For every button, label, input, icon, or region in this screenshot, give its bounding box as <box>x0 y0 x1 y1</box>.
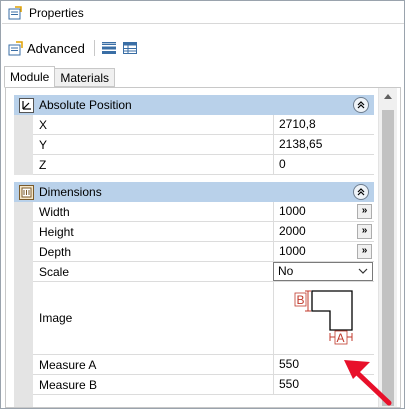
section-absolute-position[interactable]: Absolute Position <box>14 95 374 115</box>
property-row-z: Z 0 <box>33 155 374 175</box>
property-row-depth: Depth 1000 » <box>33 242 374 262</box>
section-title: Absolute Position <box>39 98 132 112</box>
section-title: Dimensions <box>39 185 102 199</box>
scale-dropdown[interactable]: No <box>273 262 373 281</box>
x-value-field[interactable]: 2710,8 <box>273 115 374 134</box>
vertical-scrollbar[interactable] <box>378 88 397 407</box>
table-view-icon[interactable] <box>122 40 138 56</box>
scale-selected-value: No <box>278 264 294 278</box>
z-value-field[interactable]: 0 <box>273 155 374 174</box>
depth-expand-button[interactable]: » <box>357 244 372 259</box>
measure-b-value-field[interactable]: 550 <box>273 375 374 394</box>
width-value-field[interactable]: 1000 <box>273 202 355 221</box>
measure-a-value-field[interactable]: 550 <box>273 355 374 374</box>
advanced-button[interactable]: Advanced <box>8 41 85 56</box>
advanced-label: Advanced <box>27 40 85 56</box>
collapse-icon[interactable] <box>353 97 369 113</box>
tab-module[interactable]: Module <box>4 66 56 88</box>
categorized-view-icon[interactable] <box>101 40 117 56</box>
property-row-scale: Scale No <box>33 262 374 282</box>
property-label: Depth <box>39 245 72 259</box>
property-row-x: X 2710,8 <box>33 115 374 135</box>
height-value-field[interactable]: 2000 <box>273 222 355 241</box>
property-label: Measure B <box>39 378 98 392</box>
advanced-properties-icon <box>8 40 23 55</box>
property-row-image: Image B A <box>33 282 374 355</box>
tab-strip: Module Materials <box>4 66 116 88</box>
property-label: Image <box>39 311 73 325</box>
property-label: Width <box>39 205 70 219</box>
image-cell: B A <box>273 282 374 354</box>
window-title: Properties <box>29 5 84 20</box>
y-value-field[interactable]: 2138,65 <box>273 135 374 154</box>
property-label: Scale <box>39 265 70 279</box>
property-label: Measure A <box>39 358 97 372</box>
section-dimensions[interactable]: Dimensions <box>14 182 374 202</box>
position-axes-icon <box>19 97 34 113</box>
tab-materials[interactable]: Materials <box>55 68 116 87</box>
toolbar-separator <box>93 40 95 56</box>
diagram-label-b: B <box>297 293 305 307</box>
title-bar: Properties <box>2 2 404 24</box>
properties-window: Properties Advanced Module Materials Abs… <box>0 0 405 409</box>
property-grid: Absolute Position X 2710,8 Y 2138,65 Z 0 <box>5 87 401 408</box>
diagram-label-a: A <box>337 331 345 345</box>
property-row-measure-b: Measure B 550 <box>33 375 374 395</box>
property-label: X <box>39 118 48 132</box>
row-gutter <box>14 115 33 175</box>
width-expand-button[interactable]: » <box>357 204 372 219</box>
toolbar: Advanced <box>2 36 404 60</box>
property-row-width: Width 1000 » <box>33 202 374 222</box>
property-label: Z <box>39 158 47 172</box>
properties-icon <box>8 5 22 19</box>
collapse-icon[interactable] <box>353 184 369 200</box>
dimensions-icon <box>19 184 34 200</box>
row-gutter <box>14 202 33 407</box>
property-label: Y <box>39 138 48 152</box>
scrollbar-thumb[interactable] <box>382 110 394 406</box>
scroll-up-icon[interactable] <box>384 94 392 99</box>
depth-value-field[interactable]: 1000 <box>273 242 355 261</box>
property-row-height: Height 2000 » <box>33 222 374 242</box>
property-row-measure-a: Measure A 550 <box>33 355 374 375</box>
measure-diagram: B A <box>294 290 353 345</box>
property-row-y: Y 2138,65 <box>33 135 374 155</box>
height-expand-button[interactable]: » <box>357 224 372 239</box>
chevron-down-icon <box>358 268 368 274</box>
property-label: Height <box>39 225 74 239</box>
